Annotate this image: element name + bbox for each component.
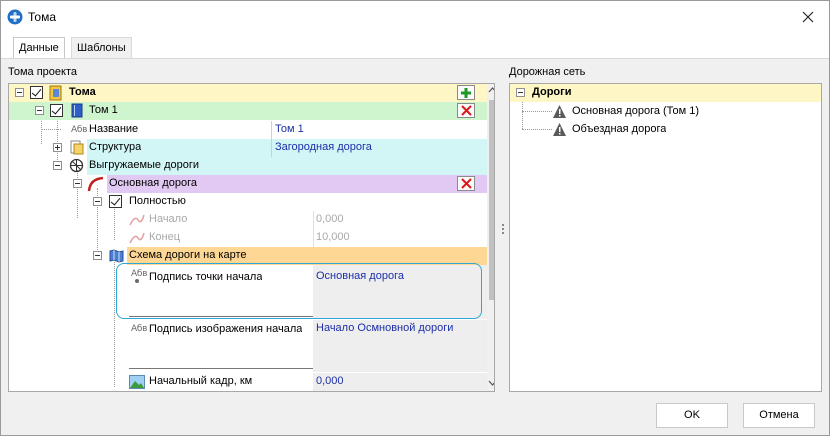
road-warning-icon	[553, 105, 566, 118]
roads-root-label: Дороги	[532, 86, 572, 98]
field-underline	[129, 368, 313, 369]
volume-checkbox[interactable]	[50, 104, 63, 117]
expand-icon[interactable]	[53, 143, 62, 152]
volumes-dialog: Тома Данные Шаблоны Тома проекта Дорожна…	[0, 0, 830, 436]
road-item[interactable]: Объездная дорога	[510, 121, 821, 139]
structure-label: Структура	[89, 141, 142, 153]
tree-row-root[interactable]: Тома	[9, 84, 487, 102]
column-divider	[313, 229, 314, 247]
title-bar: Тома	[1, 1, 829, 33]
end-value: 10,000	[316, 231, 350, 243]
text-field-icon: Абв	[131, 324, 148, 334]
left-panel-title: Тома проекта	[8, 66, 77, 78]
book-icon	[71, 103, 83, 118]
tree-row-start[interactable]: Начало 0,000	[9, 211, 487, 229]
road-warning-icon	[553, 123, 566, 136]
tree-row-exported-roads[interactable]: Выгружаемые дороги	[9, 157, 487, 175]
image-caption-value[interactable]: Начало Осмновной дороги	[316, 320, 453, 338]
column-divider	[271, 139, 272, 157]
volumes-tree[interactable]: Тома Том 1 Абв Название Том 1 Структура …	[8, 83, 495, 392]
end-label: Конец	[149, 231, 181, 243]
start-value: 0,000	[316, 213, 344, 225]
close-icon	[802, 11, 814, 23]
collapse-icon[interactable]	[15, 88, 24, 97]
collapse-icon[interactable]	[93, 197, 102, 206]
main-road-label: Основная дорога	[109, 177, 197, 189]
collapse-icon[interactable]	[53, 161, 62, 170]
selection-highlight	[116, 263, 482, 319]
structure-value[interactable]: Загородная дорога	[275, 139, 372, 157]
tab-templates-label: Шаблоны	[77, 42, 126, 54]
app-icon	[7, 9, 23, 25]
right-panel-title: Дорожная сеть	[509, 66, 586, 78]
road-segment-icon	[129, 232, 145, 244]
cancel-button[interactable]: Отмена	[743, 403, 815, 428]
exported-roads-label: Выгружаемые дороги	[89, 159, 200, 171]
text-field-icon: Абв	[71, 125, 88, 135]
window-title: Тома	[28, 10, 56, 24]
collapse-icon[interactable]	[93, 251, 102, 260]
panel-splitter[interactable]	[501, 223, 505, 235]
roads-root-row[interactable]: Дороги	[510, 84, 821, 102]
road-item-label: Объездная дорога	[572, 123, 667, 135]
collapse-icon[interactable]	[516, 88, 525, 97]
root-checkbox[interactable]	[30, 86, 43, 99]
collapse-icon[interactable]	[35, 106, 44, 115]
name-label: Название	[89, 123, 139, 135]
tree-row-name[interactable]: Абв Название Том 1	[9, 121, 487, 139]
scroll-down-icon[interactable]	[488, 380, 495, 386]
root-label: Тома	[69, 86, 96, 98]
tab-templates[interactable]: Шаблоны	[71, 37, 132, 59]
delete-icon	[460, 105, 472, 116]
start-frame-label: Начальный кадр, км	[149, 375, 253, 387]
tree-row-volume[interactable]: Том 1	[9, 102, 487, 120]
image-icon	[129, 375, 145, 389]
road-item[interactable]: Основная дорога (Том 1)	[510, 103, 821, 121]
tree-row-start-frame[interactable]: Начальный кадр, км 0,000	[9, 373, 487, 391]
start-frame-value[interactable]: 0,000	[316, 373, 344, 391]
tab-data[interactable]: Данные	[13, 37, 65, 60]
road-item-label: Основная дорога (Том 1)	[572, 105, 700, 117]
tree-row-image-caption[interactable]: Абв Подпись изображения начала Начало Ос…	[9, 320, 487, 372]
scroll-up-icon[interactable]	[488, 87, 495, 93]
image-caption-label: Подпись изображения начала	[149, 323, 303, 335]
delete-road-button[interactable]	[457, 176, 475, 191]
tree-scrollbar[interactable]	[487, 84, 495, 391]
add-volume-button[interactable]	[457, 85, 475, 100]
full-label: Полностью	[129, 195, 186, 207]
delete-icon	[460, 178, 472, 189]
column-divider	[313, 211, 314, 229]
collapse-icon[interactable]	[73, 179, 82, 188]
tab-bar: Данные Шаблоны	[1, 33, 829, 60]
tab-data-label: Данные	[19, 42, 59, 54]
column-divider	[271, 121, 272, 139]
delete-volume-button[interactable]	[457, 103, 475, 118]
road-segment-icon	[129, 214, 145, 226]
plus-icon	[461, 87, 471, 98]
ok-button[interactable]: OK	[656, 403, 728, 428]
tree-row-structure[interactable]: Структура Загородная дорога	[9, 139, 487, 157]
map-icon	[109, 249, 124, 263]
road-network-icon	[69, 158, 84, 173]
road-network-tree[interactable]: Дороги Основная дорога (Том 1) Объездная…	[509, 83, 822, 392]
scroll-thumb[interactable]	[489, 100, 494, 300]
name-value[interactable]: Том 1	[275, 121, 304, 139]
start-label: Начало	[149, 213, 188, 225]
volumes-icon	[49, 85, 62, 101]
structure-icon	[70, 140, 84, 155]
tree-row-end[interactable]: Конец 10,000	[9, 229, 487, 247]
road-curve-icon	[87, 176, 104, 192]
volume-label: Том 1	[89, 104, 118, 116]
tree-row-full[interactable]: Полностью	[9, 193, 487, 211]
full-checkbox[interactable]	[109, 195, 122, 208]
close-button[interactable]	[791, 3, 825, 31]
tree-row-main-road[interactable]: Основная дорога	[9, 175, 487, 193]
